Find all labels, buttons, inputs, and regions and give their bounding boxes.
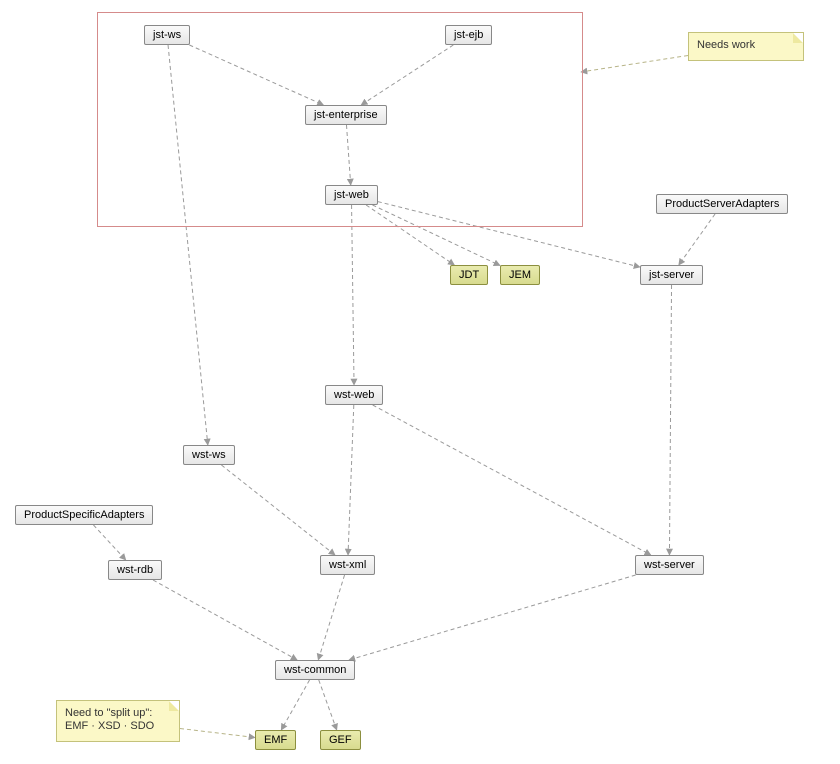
note-needs-work[interactable]: Needs work [688, 32, 804, 61]
node-jst-server[interactable]: jst-server [640, 265, 703, 285]
edge-pspec-to-wst_rdb [93, 525, 125, 560]
edge-wst_xml-to-wst_common [318, 575, 344, 660]
note-text-line2: EMF · XSD · SDO [65, 720, 154, 732]
edge-jst_server-to-wst_server [669, 285, 671, 555]
node-product-server-adapters[interactable]: ProductServerAdapters [656, 194, 788, 214]
node-wst-xml[interactable]: wst-xml [320, 555, 375, 575]
edge-wst_web-to-wst_xml [348, 405, 354, 555]
node-jst-web[interactable]: jst-web [325, 185, 378, 205]
edge-wst_ws-to-wst_xml [221, 465, 335, 555]
note-split-up[interactable]: Need to "split up": EMF · XSD · SDO [56, 700, 180, 742]
node-jst-ejb[interactable]: jst-ejb [445, 25, 492, 45]
edge-wst_web-to-wst_server [373, 405, 651, 555]
node-jdt[interactable]: JDT [450, 265, 488, 285]
node-product-specific-adapters[interactable]: ProductSpecificAdapters [15, 505, 153, 525]
edge-psa-to-jst_server [679, 214, 715, 265]
edge-wst_rdb-to-wst_common [153, 580, 297, 660]
diagram-canvas: jst-ws jst-ejb jst-enterprise jst-web JD… [0, 0, 840, 764]
edge-jst_web-to-wst_web [352, 205, 354, 385]
edge-wst_server-to-wst_common [349, 575, 636, 660]
node-wst-web[interactable]: wst-web [325, 385, 383, 405]
node-wst-ws[interactable]: wst-ws [183, 445, 235, 465]
node-gef[interactable]: GEF [320, 730, 361, 750]
edge-wst_common-to-gef [319, 680, 337, 730]
node-emf[interactable]: EMF [255, 730, 296, 750]
node-jst-enterprise[interactable]: jst-enterprise [305, 105, 387, 125]
node-wst-server[interactable]: wst-server [635, 555, 704, 575]
edge-wst_common-to-emf [281, 680, 309, 730]
note-text: Needs work [697, 39, 755, 51]
note-text-line1: Need to "split up": [65, 707, 152, 719]
note-link [180, 728, 255, 737]
node-jst-ws[interactable]: jst-ws [144, 25, 190, 45]
node-wst-rdb[interactable]: wst-rdb [108, 560, 162, 580]
node-jem[interactable]: JEM [500, 265, 540, 285]
note-link [581, 55, 688, 72]
node-wst-common[interactable]: wst-common [275, 660, 355, 680]
